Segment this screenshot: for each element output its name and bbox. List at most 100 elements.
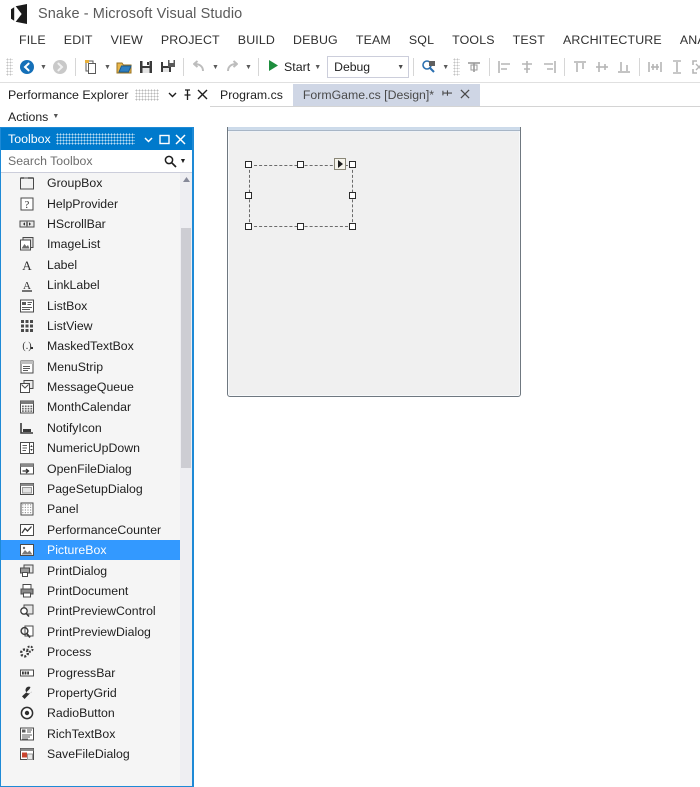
- find-in-files-button[interactable]: [418, 56, 440, 78]
- toolbox-item-openfiledialog[interactable]: OpenFileDialog: [1, 458, 180, 478]
- tab-program-cs[interactable]: Program.cs: [210, 84, 293, 106]
- toolbox-item-numericupdown[interactable]: NumericUpDown: [1, 438, 180, 458]
- resize-handle-bottom-right[interactable]: [349, 223, 356, 230]
- toolbox-item-performancecounter[interactable]: PerformanceCounter: [1, 520, 180, 540]
- close-icon[interactable]: [195, 87, 210, 103]
- toolbox-item-maskedtextbox[interactable]: (.) MaskedTextBox: [1, 336, 180, 356]
- scroll-up-arrow-icon[interactable]: [180, 173, 192, 186]
- resize-handle-top-center[interactable]: [297, 161, 304, 168]
- toolbox-item-hscrollbar[interactable]: HScrollBar: [1, 214, 180, 234]
- chevron-down-icon[interactable]: ▼: [52, 113, 59, 120]
- start-caret-icon[interactable]: ▼: [312, 56, 323, 78]
- toolbox-item-progressbar[interactable]: ProgressBar: [1, 662, 180, 682]
- menu-bar[interactable]: FILE EDIT VIEW PROJECT BUILD DEBUG TEAM …: [0, 28, 700, 52]
- menu-edit[interactable]: EDIT: [55, 31, 102, 49]
- undo-button[interactable]: [188, 56, 210, 78]
- align-bottoms-button[interactable]: [613, 56, 635, 78]
- navigate-forward-button[interactable]: [49, 56, 71, 78]
- resize-handle-bottom-center[interactable]: [297, 223, 304, 230]
- align-to-grid-button[interactable]: [463, 56, 485, 78]
- picturebox-control[interactable]: [245, 158, 356, 230]
- toolbox-item-helpprovider[interactable]: ? HelpProvider: [1, 193, 180, 213]
- form-designer-surface[interactable]: FormGame: [194, 127, 700, 787]
- toolbox-item-notifyicon[interactable]: NotifyIcon: [1, 418, 180, 438]
- align-tops-button[interactable]: [569, 56, 591, 78]
- menu-test[interactable]: TEST: [504, 31, 554, 49]
- toolbar-grip[interactable]: [6, 58, 13, 76]
- menu-team[interactable]: TEAM: [347, 31, 400, 49]
- toolbox-scrollbar[interactable]: [180, 173, 192, 786]
- form-client-area[interactable]: [229, 132, 519, 395]
- toolbox-item-picturebox[interactable]: PictureBox: [1, 540, 180, 561]
- menu-build[interactable]: BUILD: [229, 31, 284, 49]
- tab-formgame-cs-design[interactable]: FormGame.cs [Design]*: [292, 84, 481, 106]
- toolbox-item-label[interactable]: A Label: [1, 255, 180, 275]
- toolbox-item-pagesetupdialog[interactable]: PageSetupDialog: [1, 479, 180, 499]
- resize-handle-middle-right[interactable]: [349, 192, 356, 199]
- toolbox-item-printdocument[interactable]: PrintDocument: [1, 581, 180, 601]
- new-file-button[interactable]: [80, 56, 102, 78]
- find-caret-icon[interactable]: ▼: [440, 56, 451, 78]
- resize-handle-top-right[interactable]: [349, 161, 356, 168]
- scrollbar-thumb[interactable]: [181, 228, 191, 468]
- undo-caret-icon[interactable]: ▼: [210, 56, 221, 78]
- toolbox-item-listview[interactable]: ListView: [1, 316, 180, 336]
- open-file-button[interactable]: [113, 56, 135, 78]
- menu-tools[interactable]: TOOLS: [443, 31, 504, 49]
- performance-explorer-header[interactable]: Performance Explorer: [0, 83, 210, 106]
- save-button[interactable]: [135, 56, 157, 78]
- start-debug-button[interactable]: Start: [263, 56, 312, 78]
- save-all-button[interactable]: [157, 56, 179, 78]
- make-same-width-button[interactable]: [644, 56, 666, 78]
- search-input[interactable]: Search Toolbox: [8, 154, 162, 168]
- navigate-back-caret-icon[interactable]: ▼: [38, 56, 49, 78]
- align-rights-button[interactable]: [538, 56, 560, 78]
- resize-handle-top-left[interactable]: [245, 161, 252, 168]
- pin-icon[interactable]: [180, 87, 195, 103]
- close-icon[interactable]: [460, 88, 470, 102]
- toolbox-item-monthcalendar[interactable]: MonthCalendar: [1, 397, 180, 417]
- close-icon[interactable]: [172, 131, 188, 147]
- resize-handle-middle-left[interactable]: [245, 192, 252, 199]
- search-icon[interactable]: [162, 153, 178, 169]
- toolbox-item-panel[interactable]: Panel: [1, 499, 180, 519]
- menu-architecture[interactable]: ARCHITECTURE: [554, 31, 671, 49]
- menu-file[interactable]: FILE: [10, 31, 55, 49]
- search-options-caret-icon[interactable]: ▼: [178, 153, 188, 169]
- maximize-icon[interactable]: [156, 131, 172, 147]
- menu-sql[interactable]: SQL: [400, 31, 443, 49]
- new-file-caret-icon[interactable]: ▼: [102, 56, 113, 78]
- navigate-back-button[interactable]: [16, 56, 38, 78]
- toolbox-item-linklabel[interactable]: A LinkLabel: [1, 275, 180, 295]
- smart-tag-button[interactable]: [334, 158, 346, 170]
- toolbox-item-propertygrid[interactable]: PropertyGrid: [1, 683, 180, 703]
- toolbox-item-process[interactable]: Process: [1, 642, 180, 662]
- menu-view[interactable]: VIEW: [102, 31, 152, 49]
- align-centers-button[interactable]: [516, 56, 538, 78]
- align-lefts-button[interactable]: [494, 56, 516, 78]
- toolbox-drag-handle[interactable]: [55, 133, 135, 145]
- toolbox-item-printpreviewcontrol[interactable]: PrintPreviewControl: [1, 601, 180, 621]
- chevron-down-icon[interactable]: [165, 87, 180, 103]
- solution-configuration-select[interactable]: Debug ▼: [327, 56, 410, 78]
- redo-caret-icon[interactable]: ▼: [243, 56, 254, 78]
- toolbox-item-groupbox[interactable]: GroupBox: [1, 173, 180, 193]
- toolbar-grip-2[interactable]: [453, 58, 461, 76]
- make-same-height-button[interactable]: [666, 56, 688, 78]
- menu-analyze[interactable]: ANALYZE: [671, 31, 700, 49]
- menu-debug[interactable]: DEBUG: [284, 31, 347, 49]
- toolbox-item-imagelist[interactable]: ImageList: [1, 234, 180, 254]
- menu-project[interactable]: PROJECT: [152, 31, 229, 49]
- form-preview-window[interactable]: FormGame: [227, 127, 521, 397]
- toolbox-item-messagequeue[interactable]: MessageQueue: [1, 377, 180, 397]
- toolbox-header[interactable]: Toolbox: [1, 128, 192, 150]
- redo-button[interactable]: [221, 56, 243, 78]
- toolbox-item-richtextbox[interactable]: RichTextBox: [1, 724, 180, 744]
- toolbox-item-listbox[interactable]: ListBox: [1, 295, 180, 315]
- toolbox-item-printdialog[interactable]: PrintDialog: [1, 560, 180, 580]
- chevron-down-icon[interactable]: [140, 131, 156, 147]
- toolbox-search-row[interactable]: Search Toolbox ▼: [1, 150, 192, 173]
- make-same-size-button[interactable]: [688, 56, 700, 78]
- performance-explorer-drag-handle[interactable]: [134, 88, 159, 101]
- align-middles-button[interactable]: [591, 56, 613, 78]
